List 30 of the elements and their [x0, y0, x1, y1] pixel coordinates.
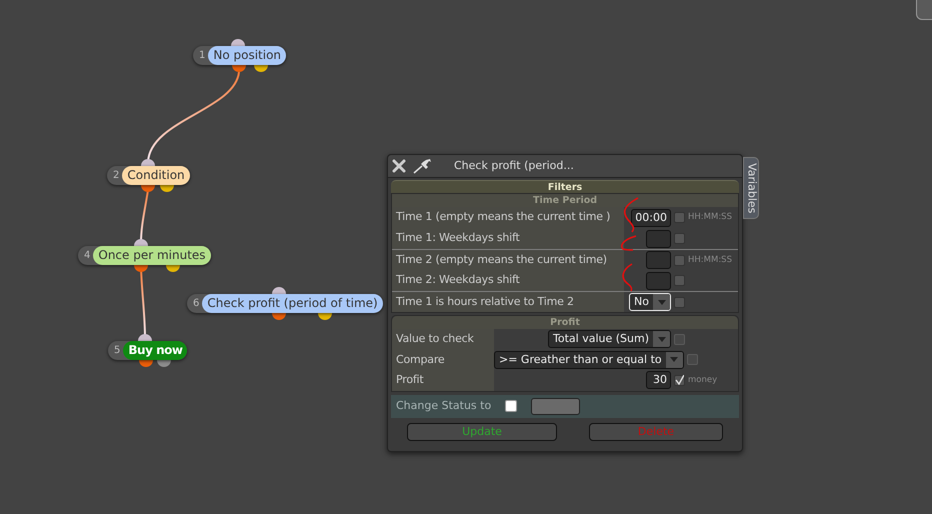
- flow-node[interactable]: Once per minutes: [93, 246, 211, 265]
- node-number: 4: [83, 249, 92, 263]
- field-label: Time 1 (empty means the current time ): [396, 209, 610, 226]
- field-label: Time 2: Weekdays shift: [396, 272, 520, 288]
- node-number: 2: [112, 169, 120, 183]
- variables-tab[interactable]: Variables: [743, 157, 759, 219]
- flow-node[interactable]: Check profit (period of time): [202, 294, 383, 313]
- group-header: Time Period: [392, 194, 738, 207]
- window-title: Check profit (period...: [454, 158, 574, 174]
- flow-node[interactable]: No position: [208, 46, 286, 65]
- dropdown[interactable]: No: [629, 293, 671, 311]
- input-field[interactable]: 00:00: [631, 208, 671, 226]
- field-label: Profit: [396, 372, 424, 388]
- section-header: Filters: [391, 180, 739, 193]
- input-field[interactable]: 30: [646, 371, 671, 390]
- unit-label: HH:MM:SS: [688, 211, 733, 224]
- status-label: Change Status to: [396, 398, 492, 414]
- field-label: Value to check: [396, 331, 474, 347]
- node-number: 5: [113, 344, 122, 358]
- field-label: Time 1 is hours relative to Time 2: [396, 294, 574, 310]
- field-label: Compare: [396, 352, 444, 368]
- unit-label: HH:MM:SS: [688, 254, 733, 266]
- node-number: 6: [192, 297, 200, 311]
- flow-node[interactable]: Buy now: [123, 341, 188, 360]
- unit-label: money: [688, 374, 718, 387]
- field-label: Time 1: Weekdays shift: [396, 230, 520, 246]
- field-label: Time 2 (empty means the current time): [396, 252, 607, 268]
- flow-node[interactable]: Condition: [122, 166, 190, 185]
- group-header: Profit: [392, 316, 738, 329]
- node-number: 1: [198, 49, 206, 63]
